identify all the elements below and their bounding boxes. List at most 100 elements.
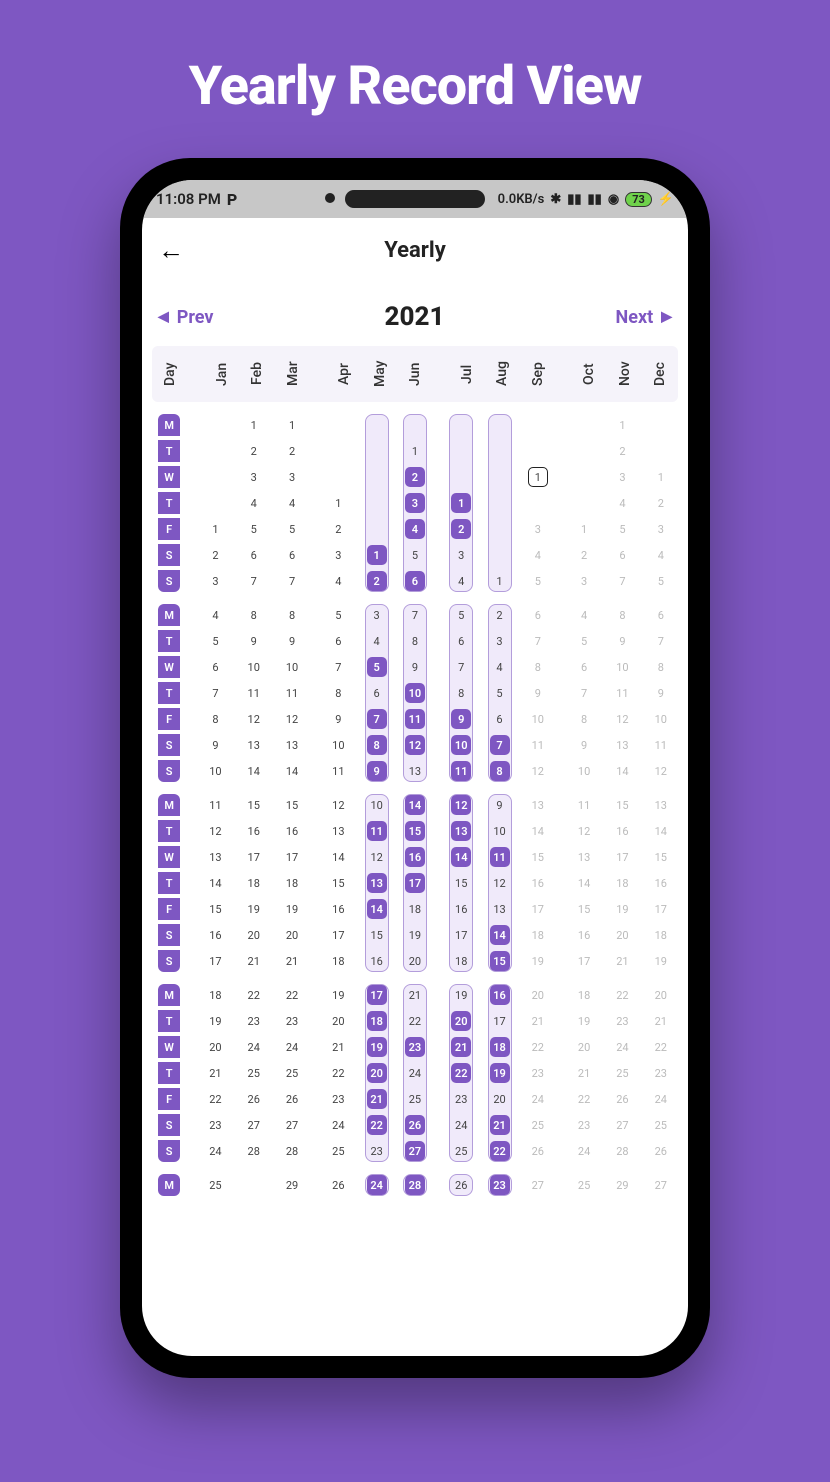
calendar-cell[interactable]: 2 [196,542,234,568]
back-icon[interactable]: ← [158,235,184,266]
calendar-cell[interactable]: 18 [273,870,311,896]
calendar-cell[interactable] [565,464,603,490]
calendar-cell[interactable]: 22 [357,1112,395,1138]
calendar-cell[interactable]: 21 [519,1008,557,1034]
calendar-cell[interactable]: 20 [565,1034,603,1060]
calendar-cell[interactable]: 4 [319,568,357,594]
calendar-cell[interactable]: 19 [519,948,557,974]
calendar-cell[interactable]: 16 [442,896,480,922]
calendar-cell[interactable] [357,464,395,490]
next-button[interactable]: Next ▶ [616,307,672,328]
calendar-cell[interactable]: 1 [480,568,518,594]
calendar-cell[interactable]: 4 [519,542,557,568]
calendar-cell[interactable]: 14 [480,922,518,948]
calendar-cell[interactable]: 5 [319,602,357,628]
calendar-cell[interactable]: 14 [519,818,557,844]
calendar-cell[interactable]: 3 [396,490,434,516]
calendar-cell[interactable]: 16 [519,870,557,896]
calendar-cell[interactable]: 16 [319,896,357,922]
calendar-cell[interactable]: 18 [235,870,273,896]
calendar-cell[interactable]: 1 [442,490,480,516]
calendar-cell[interactable]: 3 [196,568,234,594]
calendar-cell[interactable]: 5 [396,542,434,568]
calendar-cell[interactable]: 10 [273,654,311,680]
calendar-cell[interactable]: 11 [235,680,273,706]
calendar-cell[interactable]: 10 [565,758,603,784]
calendar-cell[interactable]: 12 [642,758,680,784]
calendar-cell[interactable]: 6 [357,680,395,706]
calendar-cell[interactable]: 11 [396,706,434,732]
calendar-cell[interactable]: 5 [642,568,680,594]
calendar-cell[interactable]: 24 [273,1034,311,1060]
calendar-cell[interactable]: 15 [442,870,480,896]
calendar-cell[interactable]: 12 [196,818,234,844]
calendar-cell[interactable]: 6 [480,706,518,732]
calendar-cell[interactable]: 7 [565,680,603,706]
calendar-cell[interactable]: 25 [319,1138,357,1164]
calendar-cell[interactable]: 20 [480,1086,518,1112]
calendar-cell[interactable] [357,490,395,516]
calendar-cell[interactable]: 24 [519,1086,557,1112]
calendar-cell[interactable] [196,438,234,464]
calendar-cell[interactable]: 22 [565,1086,603,1112]
calendar-cell[interactable]: 11 [642,732,680,758]
calendar-cell[interactable]: 11 [603,680,641,706]
calendar-cell[interactable]: 23 [442,1086,480,1112]
calendar-cell[interactable]: 6 [196,654,234,680]
calendar-cell[interactable]: 26 [519,1138,557,1164]
calendar-cell[interactable]: 9 [603,628,641,654]
calendar-cell[interactable]: 21 [396,982,434,1008]
calendar-cell[interactable]: 21 [442,1034,480,1060]
calendar-cell[interactable]: 20 [319,1008,357,1034]
calendar-cell[interactable] [642,438,680,464]
calendar-cell[interactable]: 15 [642,844,680,870]
calendar-cell[interactable]: 16 [357,948,395,974]
calendar-cell[interactable]: 3 [357,602,395,628]
calendar-cell[interactable]: 23 [519,1060,557,1086]
calendar-cell[interactable]: 17 [357,982,395,1008]
calendar-cell[interactable]: 14 [442,844,480,870]
calendar-cell[interactable]: 10 [396,680,434,706]
calendar-cell[interactable]: 11 [357,818,395,844]
calendar-cell[interactable]: 4 [396,516,434,542]
calendar-cell[interactable]: 18 [519,922,557,948]
calendar-cell[interactable]: 9 [565,732,603,758]
calendar-cell[interactable] [196,412,234,438]
calendar-cell[interactable]: 14 [196,870,234,896]
calendar-cell[interactable]: 22 [273,982,311,1008]
calendar-cell[interactable]: 24 [565,1138,603,1164]
calendar-cell[interactable]: 3 [603,464,641,490]
calendar-cell[interactable]: 18 [565,982,603,1008]
calendar-cell[interactable]: 7 [642,628,680,654]
calendar-cell[interactable]: 21 [319,1034,357,1060]
calendar-cell[interactable]: 14 [603,758,641,784]
calendar-cell[interactable]: 13 [565,844,603,870]
calendar-cell[interactable]: 16 [603,818,641,844]
calendar-cell[interactable]: 24 [642,1086,680,1112]
calendar-cell[interactable] [235,1172,273,1198]
calendar-cell[interactable]: 16 [396,844,434,870]
calendar-cell[interactable]: 16 [235,818,273,844]
calendar-cell[interactable]: 1 [642,464,680,490]
calendar-cell[interactable]: 12 [442,792,480,818]
calendar-cell[interactable]: 12 [480,870,518,896]
calendar-cell[interactable]: 8 [396,628,434,654]
calendar-cell[interactable]: 23 [235,1008,273,1034]
calendar-cell[interactable]: 4 [603,490,641,516]
calendar-cell[interactable]: 13 [235,732,273,758]
calendar-cell[interactable]: 22 [319,1060,357,1086]
calendar-cell[interactable]: 9 [480,792,518,818]
calendar-cell[interactable]: 23 [642,1060,680,1086]
calendar-cell[interactable]: 2 [565,542,603,568]
calendar-cell[interactable]: 15 [357,922,395,948]
calendar-cell[interactable]: 19 [319,982,357,1008]
calendar-cell[interactable]: 14 [319,844,357,870]
calendar-cell[interactable]: 20 [603,922,641,948]
calendar-cell[interactable]: 19 [357,1034,395,1060]
calendar-cell[interactable]: 16 [565,922,603,948]
calendar-cell[interactable]: 27 [519,1172,557,1198]
calendar-cell[interactable]: 29 [603,1172,641,1198]
calendar-cell[interactable]: 8 [519,654,557,680]
calendar-cell[interactable]: 16 [196,922,234,948]
calendar-cell[interactable]: 7 [519,628,557,654]
